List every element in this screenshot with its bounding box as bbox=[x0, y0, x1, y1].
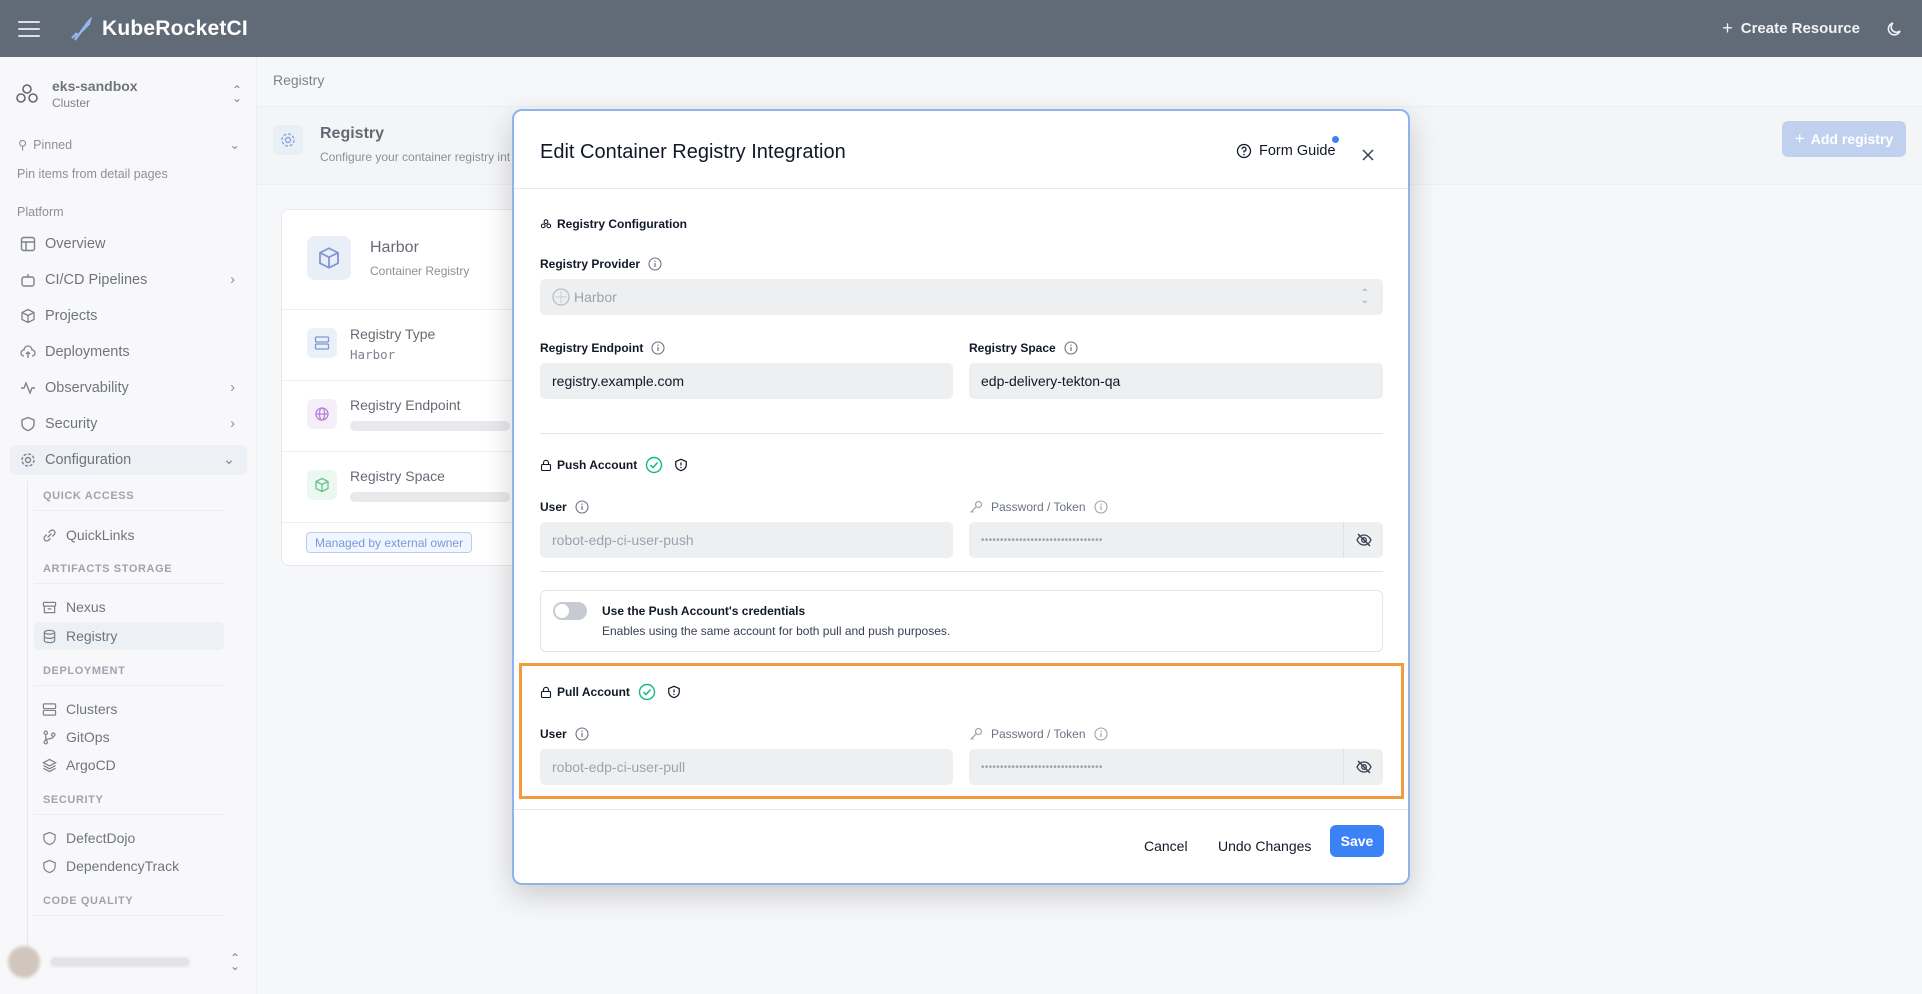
undo-changes-button[interactable]: Undo Changes bbox=[1218, 838, 1311, 854]
registry-space-input-value: edp-delivery-tekton-qa bbox=[981, 373, 1121, 389]
push-password-value: •••••••••••••••••••••••••••••••• bbox=[981, 534, 1103, 546]
registry-endpoint-field-label: Registry Endpoint bbox=[540, 341, 665, 355]
push-user-label: User bbox=[540, 500, 589, 514]
registry-space-field-label: Registry Space bbox=[969, 341, 1078, 355]
registry-provider-value: Harbor bbox=[574, 289, 617, 305]
divider bbox=[540, 571, 1383, 572]
lock-icon bbox=[540, 459, 552, 471]
section-registry-configuration: Registry Configuration bbox=[540, 217, 687, 231]
shield-alert-icon[interactable] bbox=[674, 458, 688, 472]
toggle-description: Enables using the same account for both … bbox=[602, 624, 951, 638]
form-guide-label: Form Guide bbox=[1259, 143, 1336, 159]
section-push-account: Push Account bbox=[540, 456, 688, 474]
registry-provider-label: Registry Provider bbox=[540, 257, 662, 271]
divider bbox=[540, 433, 1383, 434]
cancel-button[interactable]: Cancel bbox=[1144, 838, 1188, 854]
field-label: Registry Space bbox=[969, 341, 1056, 355]
field-label: Password / Token bbox=[991, 500, 1086, 514]
field-label: User bbox=[540, 500, 567, 514]
notification-dot bbox=[1332, 136, 1339, 143]
toggle-title: Use the Push Account's credentials bbox=[602, 604, 806, 618]
save-label: Save bbox=[1340, 833, 1374, 849]
dialog-title: Edit Container Registry Integration bbox=[540, 141, 846, 163]
info-icon[interactable] bbox=[651, 341, 665, 355]
save-button[interactable]: Save bbox=[1330, 825, 1384, 857]
push-user-value: robot-edp-ci-user-push bbox=[552, 532, 694, 548]
check-circle-icon bbox=[646, 456, 663, 474]
info-icon[interactable] bbox=[575, 500, 589, 514]
section-label: Registry Configuration bbox=[557, 217, 688, 231]
pull-account-highlight bbox=[519, 663, 1404, 799]
harbor-icon bbox=[552, 288, 570, 306]
push-password-label: Password / Token bbox=[969, 500, 1108, 514]
chevron-updown-icon: ⌃ ⌄ bbox=[1360, 288, 1369, 306]
registry-space-input[interactable]: edp-delivery-tekton-qa bbox=[969, 363, 1383, 399]
eye-off-icon[interactable] bbox=[1343, 522, 1383, 558]
registry-provider-select[interactable]: Harbor ⌃ ⌄ bbox=[540, 279, 1383, 315]
info-icon[interactable] bbox=[648, 257, 662, 271]
section-label: Push Account bbox=[557, 458, 638, 472]
form-guide-button[interactable]: Form Guide bbox=[1236, 143, 1336, 159]
key-icon bbox=[970, 500, 983, 513]
use-push-credentials-switch[interactable] bbox=[553, 602, 587, 620]
use-push-credentials-option: Use the Push Account's credentials Enabl… bbox=[540, 590, 1383, 652]
field-label: Registry Provider bbox=[540, 257, 641, 271]
close-icon[interactable] bbox=[1358, 145, 1378, 165]
info-icon[interactable] bbox=[1064, 341, 1078, 355]
info-icon[interactable] bbox=[1093, 500, 1108, 514]
dialog-footer: Cancel Undo Changes Save bbox=[514, 809, 1408, 887]
push-user-input[interactable]: robot-edp-ci-user-push bbox=[540, 522, 953, 558]
cluster-icon bbox=[540, 219, 552, 229]
push-password-input[interactable]: •••••••••••••••••••••••••••••••• bbox=[969, 522, 1383, 558]
registry-endpoint-input[interactable]: registry.example.com bbox=[540, 363, 953, 399]
field-label: Registry Endpoint bbox=[540, 341, 644, 355]
registry-endpoint-input-value: registry.example.com bbox=[552, 373, 685, 389]
help-circle-icon bbox=[1236, 143, 1252, 159]
